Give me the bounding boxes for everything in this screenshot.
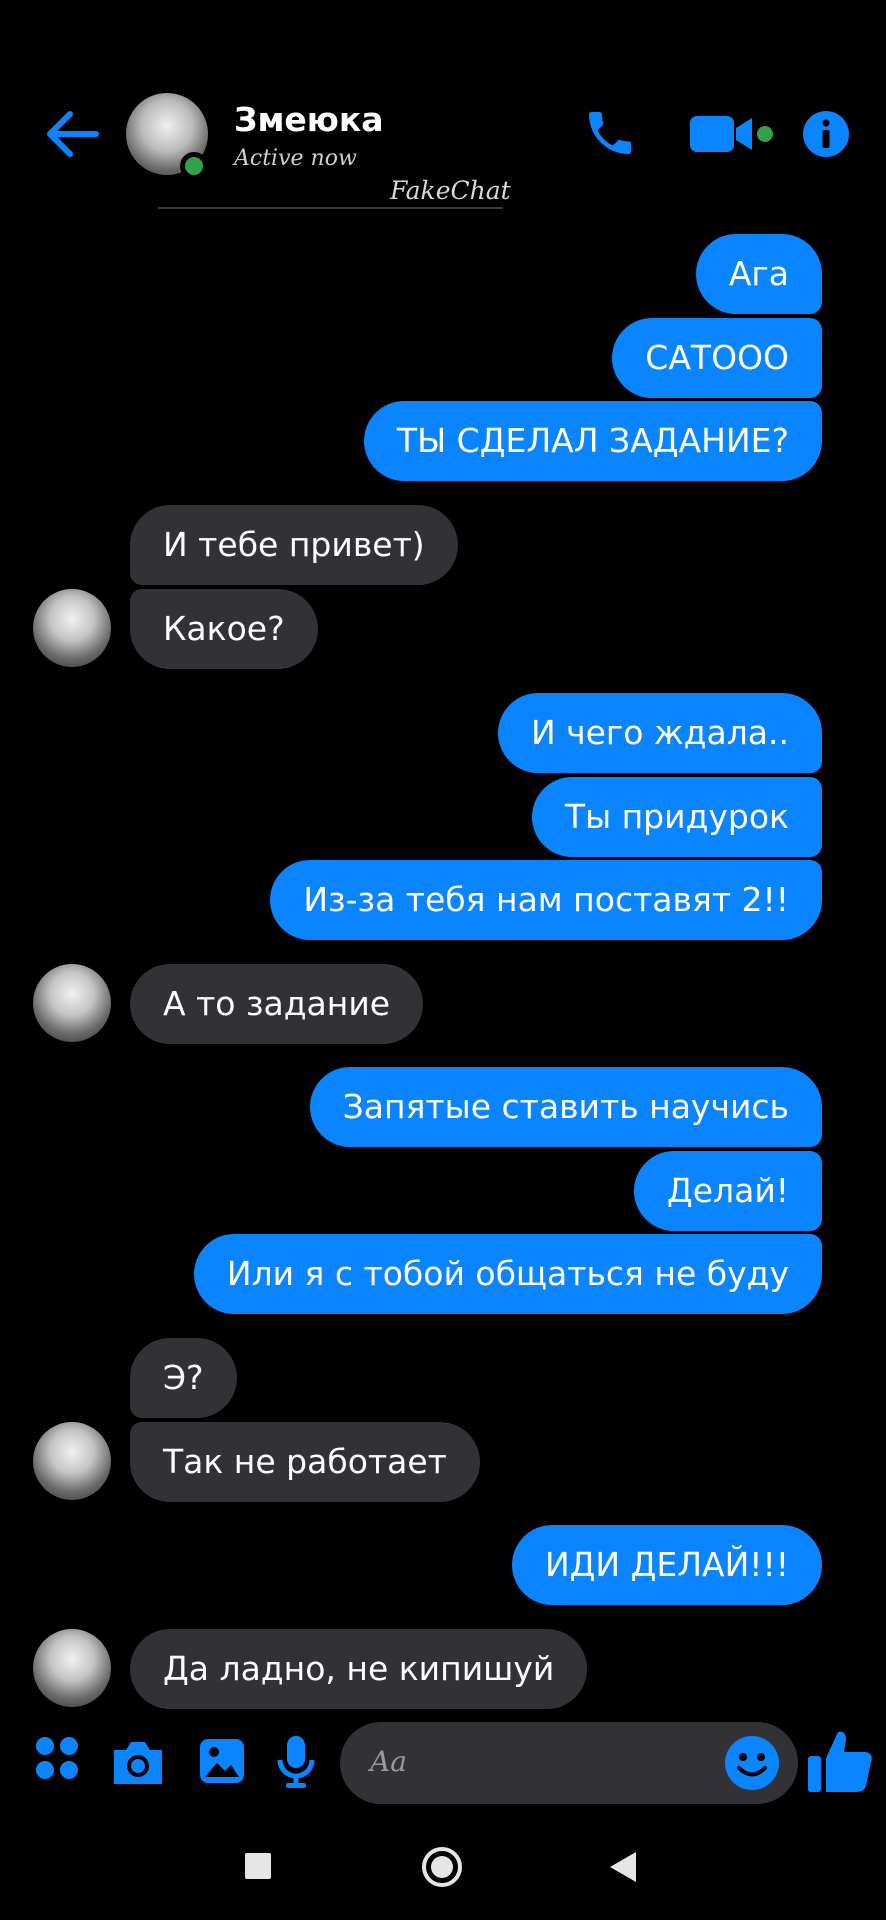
home-button[interactable] bbox=[420, 1845, 464, 1893]
active-status: Active now bbox=[234, 146, 357, 171]
watermark: FakeChat bbox=[390, 176, 511, 205]
phone-icon[interactable] bbox=[582, 104, 638, 166]
emoji-icon[interactable] bbox=[724, 1735, 780, 1795]
back-arrow-icon[interactable] bbox=[42, 108, 102, 160]
contact-avatar-small bbox=[33, 589, 111, 667]
outgoing-message[interactable]: САТООО bbox=[612, 318, 822, 398]
camera-icon[interactable] bbox=[110, 1738, 166, 1790]
incoming-message[interactable]: И тебе привет) bbox=[130, 505, 458, 585]
message-input-placeholder: Aa bbox=[370, 1745, 407, 1778]
outgoing-message[interactable]: Ты придурок bbox=[531, 777, 822, 857]
contact-avatar-small bbox=[33, 1422, 111, 1500]
apps-grid-icon[interactable] bbox=[34, 1735, 80, 1785]
back-button[interactable] bbox=[608, 1850, 638, 1888]
header-divider bbox=[158, 207, 503, 209]
outgoing-message[interactable]: Или я с тобой общаться не буду bbox=[193, 1234, 822, 1314]
outgoing-message[interactable]: Запятые ставить научись bbox=[309, 1067, 822, 1147]
contact-name[interactable]: Змеюка bbox=[234, 100, 384, 139]
outgoing-message[interactable]: ТЫ СДЕЛАЛ ЗАДАНИЕ? bbox=[363, 401, 822, 481]
incoming-message[interactable]: Какое? bbox=[130, 589, 318, 669]
video-camera-icon[interactable] bbox=[688, 112, 780, 160]
incoming-message[interactable]: А то задание bbox=[130, 964, 424, 1044]
incoming-message[interactable]: Э? bbox=[130, 1338, 237, 1418]
outgoing-message[interactable]: Делай! bbox=[633, 1151, 822, 1231]
contact-avatar-small bbox=[33, 1629, 111, 1707]
info-icon[interactable] bbox=[802, 110, 850, 162]
outgoing-message[interactable]: И чего ждала.. bbox=[497, 693, 822, 773]
outgoing-message[interactable]: ИДИ ДЕЛАЙ!!! bbox=[511, 1525, 822, 1605]
online-indicator bbox=[180, 152, 208, 180]
outgoing-message[interactable]: Из-за тебя нам поставят 2!! bbox=[270, 860, 822, 940]
recent-apps-button[interactable] bbox=[245, 1853, 271, 1879]
image-icon[interactable] bbox=[198, 1737, 246, 1789]
outgoing-message[interactable]: Ага bbox=[695, 234, 822, 314]
thumbs-up-icon[interactable] bbox=[806, 1726, 874, 1800]
contact-avatar-small bbox=[33, 964, 111, 1042]
microphone-icon[interactable] bbox=[276, 1734, 316, 1794]
incoming-message[interactable]: Так не работает bbox=[130, 1422, 480, 1502]
incoming-message[interactable]: Да ладно, не кипишуй bbox=[130, 1629, 588, 1709]
